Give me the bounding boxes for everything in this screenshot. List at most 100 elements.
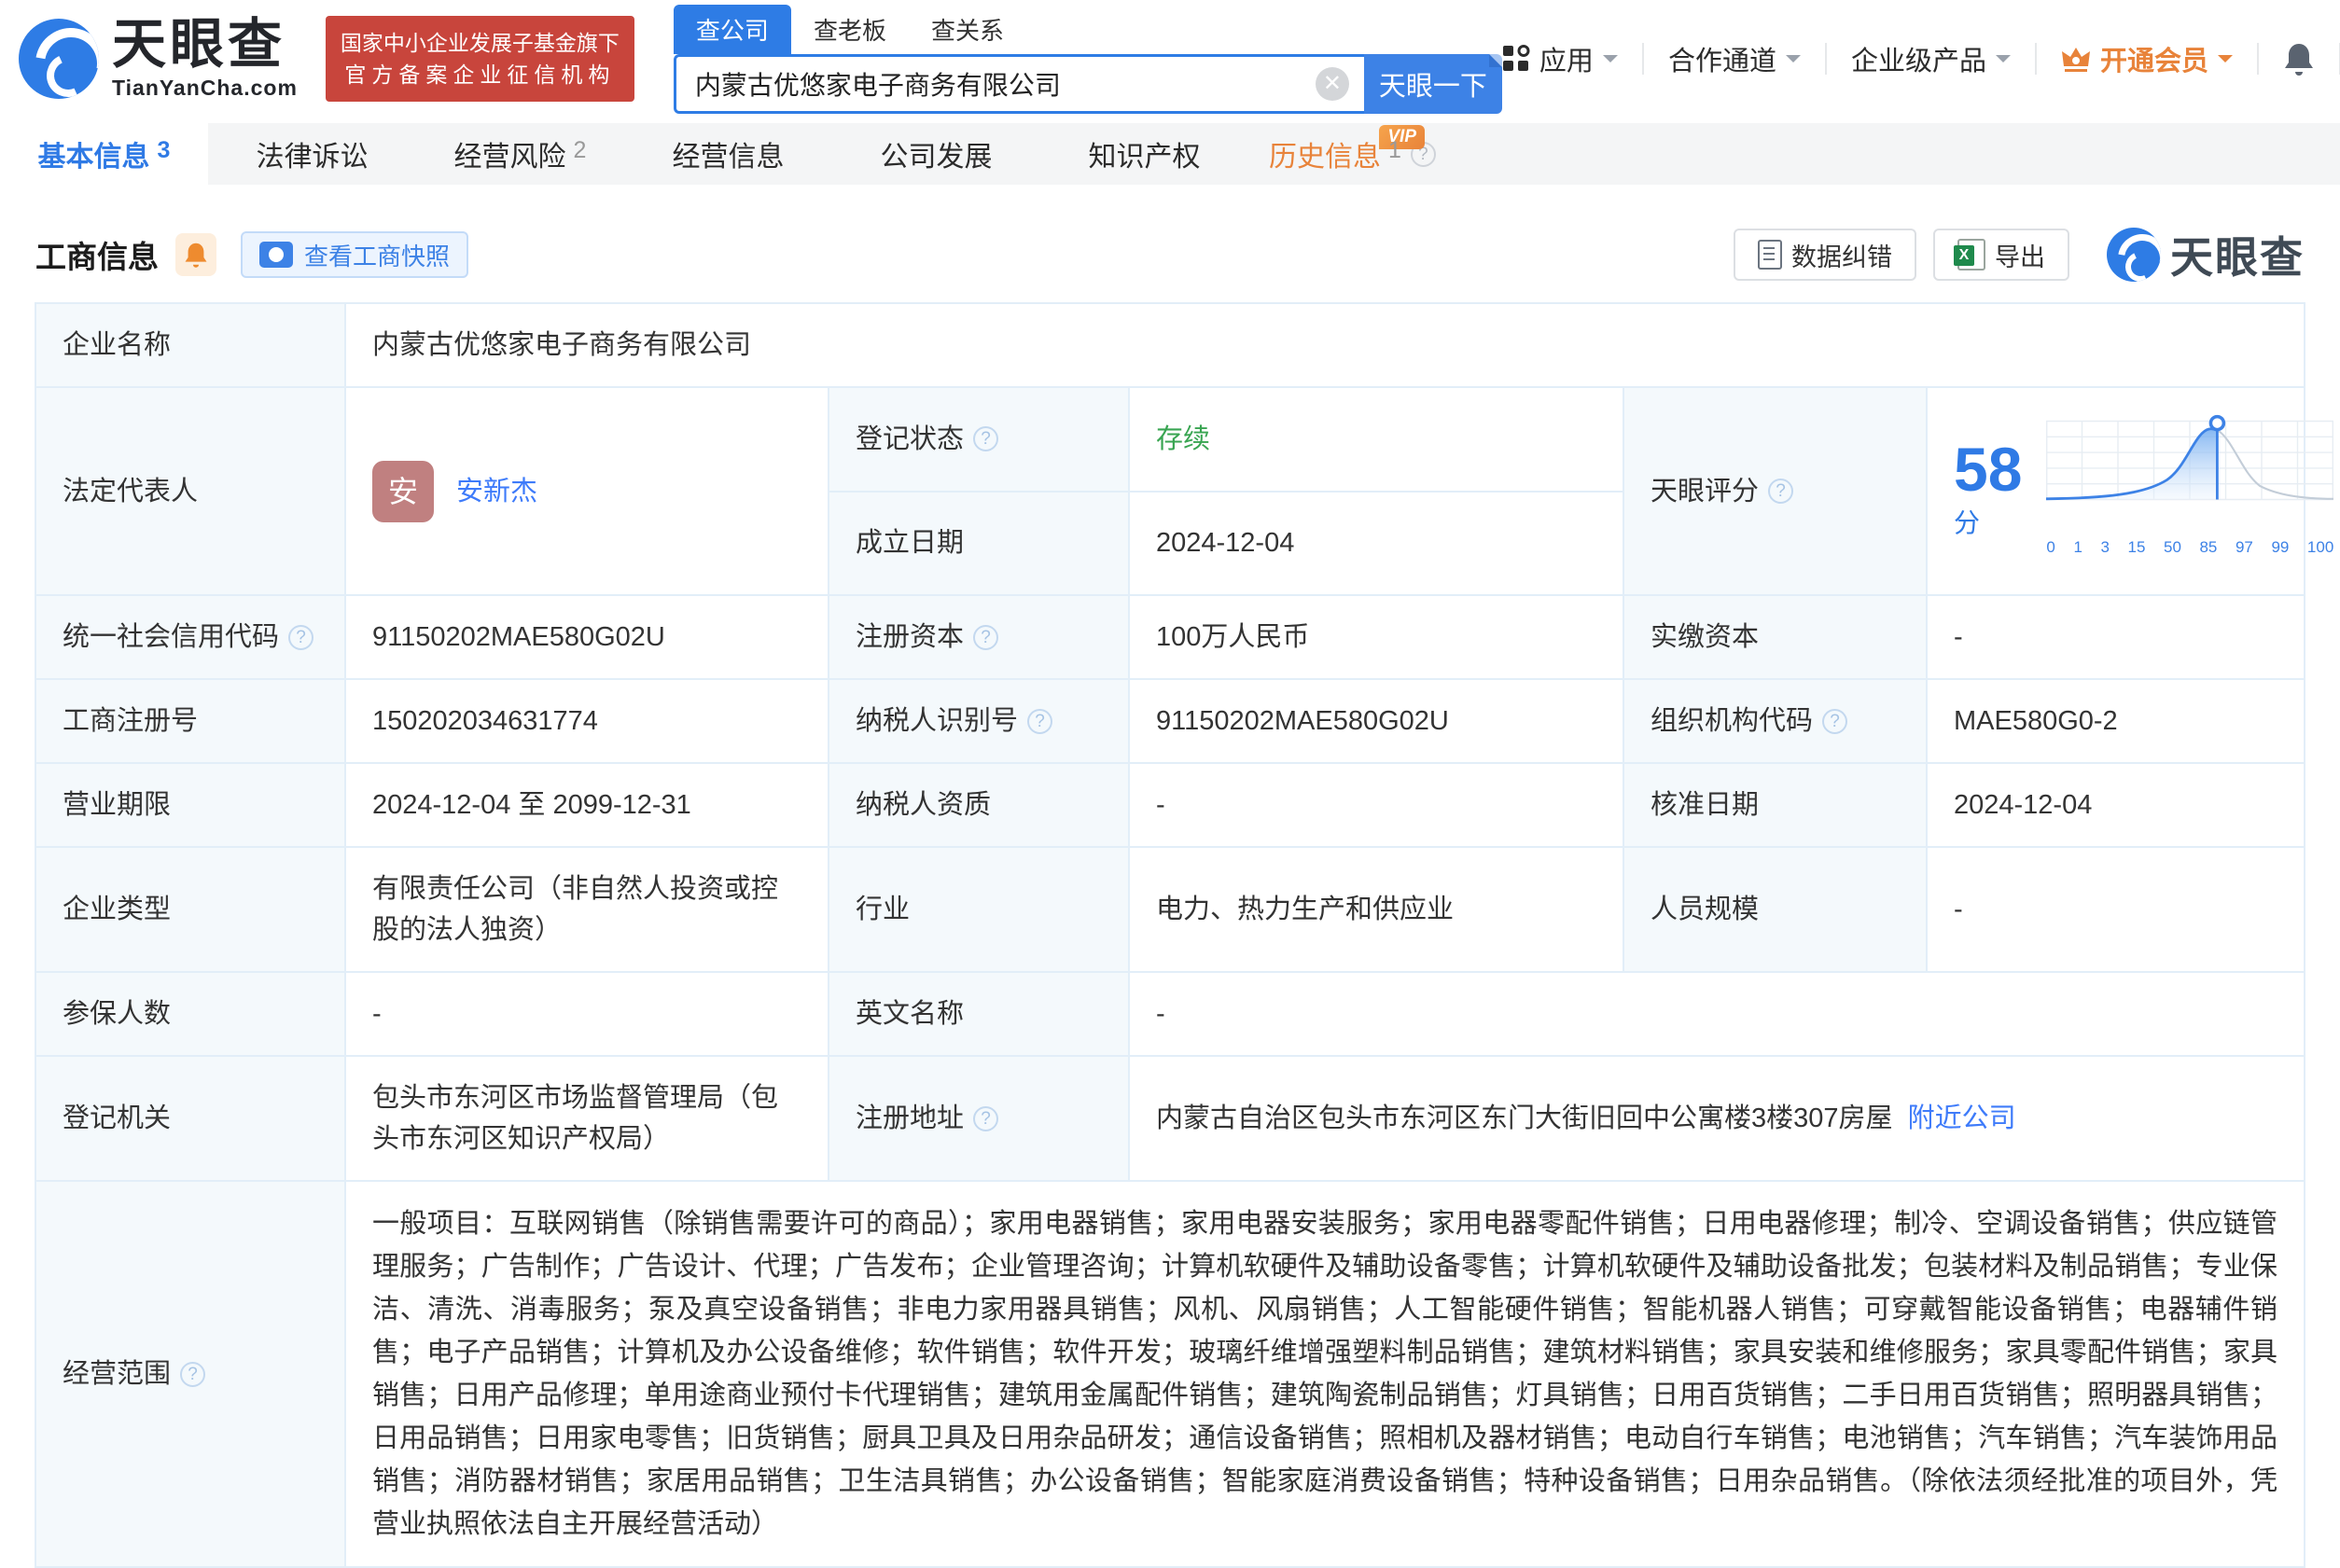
paid-capital-value: - — [1927, 595, 2305, 679]
establish-date-label: 成立日期 — [829, 492, 1129, 596]
chevron-down-icon — [2218, 55, 2233, 70]
search-box: ✕ — [674, 54, 1364, 114]
address-label: 注册地址 — [829, 1056, 1129, 1181]
business-info-header: 工商信息 查看工商快照 数据纠错 导出 天眼查 — [0, 226, 2340, 284]
section-title: 工商信息 — [35, 232, 159, 277]
nav-enterprise-label: 企业级产品 — [1851, 39, 1986, 78]
business-term-value: 2024-12-04 至 2099-12-31 — [345, 763, 829, 847]
table-row: 统一社会信用代码 91150202MAE580G02U 注册资本 100万人民币… — [35, 595, 2305, 679]
address-text: 内蒙古自治区包头市东河区东门大街旧回中公寓楼3楼307房屋 — [1156, 1103, 1893, 1133]
taxpayer-id-label: 纳税人识别号 — [829, 679, 1129, 763]
search-input[interactable] — [695, 69, 1292, 99]
table-row: 参保人数 - 英文名称 - — [35, 972, 2305, 1056]
tab-risk[interactable]: 经营风险 2 — [416, 123, 624, 185]
nav-partner[interactable]: 合作通道 — [1668, 39, 1801, 78]
tianyancha-logo-icon — [19, 19, 99, 99]
chevron-down-icon — [1603, 55, 1618, 70]
tab-history[interactable]: VIP 历史信息 1 — [1248, 123, 1456, 185]
search-tab-relation[interactable]: 查关系 — [909, 5, 1026, 54]
nav-vip-label: 开通会员 — [2100, 39, 2208, 78]
score-cell[interactable]: 58分 — [1927, 387, 2305, 595]
table-row: 法定代表人 安 安新杰 登记状态 存续 天眼评分 58分 — [35, 387, 2305, 492]
table-row: 营业期限 2024-12-04 至 2099-12-31 纳税人资质 - 核准日… — [35, 763, 2305, 847]
search-tabs: 查公司 查老板 查关系 — [674, 5, 1502, 54]
nav-enterprise[interactable]: 企业级产品 — [1851, 39, 2011, 78]
notification-bell-icon[interactable] — [2283, 42, 2315, 76]
nav-divider — [1642, 43, 1644, 75]
watermark-logo-icon — [2107, 228, 2161, 282]
correction-doc-icon — [1758, 240, 1782, 270]
score-distribution-chart: 0131550859799100 — [2046, 414, 2333, 568]
legal-rep-label: 法定代表人 — [35, 387, 345, 595]
table-row: 工商注册号 150202034631774 纳税人识别号 91150202MAE… — [35, 679, 2305, 763]
reg-number-value: 150202034631774 — [345, 679, 829, 763]
chevron-down-icon — [1996, 55, 2011, 70]
score-number: 58分 — [1954, 438, 2022, 544]
logo-title: 天眼查 — [112, 18, 298, 72]
tab-lawsuit[interactable]: 法律诉讼 — [208, 123, 416, 185]
watermark-logo: 天眼查 — [2107, 224, 2305, 285]
help-icon[interactable] — [973, 426, 998, 451]
tianyancha-logo[interactable]: 天眼查 TianYanCha.com — [19, 18, 298, 101]
reg-capital-value: 100万人民币 — [1129, 595, 1623, 679]
table-row: 经营范围 一般项目：互联网销售（除销售需要许可的商品）；家用电器销售；家用电器安… — [35, 1181, 2305, 1567]
registry-label: 登记机关 — [35, 1056, 345, 1181]
industry-label: 行业 — [829, 847, 1129, 972]
search-tab-company[interactable]: 查公司 — [674, 5, 791, 54]
help-icon[interactable] — [180, 1362, 205, 1387]
english-name-value: - — [1129, 972, 2305, 1056]
nav-apps[interactable]: 应用 — [1502, 39, 1618, 78]
apps-grid-icon — [1502, 45, 1530, 73]
watermark-text: 天眼查 — [2170, 224, 2305, 285]
score-label: 天眼评分 — [1623, 387, 1927, 595]
help-icon[interactable] — [1822, 709, 1847, 734]
view-snapshot-button[interactable]: 查看工商快照 — [241, 231, 468, 278]
help-icon[interactable] — [973, 1106, 998, 1131]
tab-ip[interactable]: 知识产权 — [1040, 123, 1248, 185]
nav-apps-label: 应用 — [1539, 39, 1594, 78]
company-name-value: 内蒙古优悠家电子商务有限公司 — [345, 303, 2305, 387]
industry-value: 电力、热力生产和供应业 — [1129, 847, 1623, 972]
tab-basic-label: 基本信息 — [38, 133, 150, 174]
help-icon[interactable] — [1027, 709, 1052, 734]
export-button[interactable]: 导出 — [1933, 229, 2069, 281]
tab-lawsuit-label: 法律诉讼 — [257, 133, 369, 174]
header: 天眼查 TianYanCha.com 国家中小企业发展子基金旗下 官方备案企业征… — [0, 0, 2340, 114]
tab-development[interactable]: 公司发展 — [832, 123, 1040, 185]
tab-history-label: 历史信息 — [1269, 133, 1381, 174]
reg-number-label: 工商注册号 — [35, 679, 345, 763]
company-tabs: 基本信息 3 法律诉讼 经营风险 2 经营信息 公司发展 知识产权 VIP 历史… — [0, 123, 2340, 185]
taxpayer-quality-label: 纳税人资质 — [829, 763, 1129, 847]
tab-risk-label: 经营风险 — [454, 133, 566, 174]
tab-basic-count: 3 — [158, 137, 171, 164]
credit-code-value: 91150202MAE580G02U — [345, 595, 829, 679]
avatar[interactable]: 安 — [372, 461, 434, 522]
table-row: 企业类型 有限责任公司（非自然人投资或控股的法人独资） 行业 电力、热力生产和供… — [35, 847, 2305, 972]
tab-operation[interactable]: 经营信息 — [624, 123, 832, 185]
nav-vip[interactable]: 开通会员 — [2061, 39, 2233, 78]
approve-date-label: 核准日期 — [1623, 763, 1927, 847]
help-icon[interactable] — [288, 625, 313, 650]
staff-size-value: - — [1927, 847, 2305, 972]
monitor-bell-icon[interactable] — [175, 233, 216, 276]
org-code-label: 组织机构代码 — [1623, 679, 1927, 763]
search-button[interactable]: 天眼一下 — [1364, 54, 1502, 114]
help-icon[interactable] — [1768, 479, 1793, 504]
nearby-companies-link[interactable]: 附近公司 — [1908, 1103, 2016, 1133]
tab-basic-info[interactable]: 基本信息 3 — [0, 123, 208, 185]
tab-history-count: 1 — [1388, 137, 1401, 164]
search-tab-boss[interactable]: 查老板 — [791, 5, 909, 54]
clear-search-icon[interactable]: ✕ — [1316, 67, 1349, 101]
vip-badge: VIP — [1379, 125, 1425, 149]
insured-value: - — [345, 972, 829, 1056]
registry-value: 包头市东河区市场监督管理局（包头市东河区知识产权局） — [345, 1056, 829, 1181]
address-value: 内蒙古自治区包头市东河区东门大街旧回中公寓楼3楼307房屋 附近公司 — [1129, 1056, 2305, 1181]
help-icon[interactable] — [973, 625, 998, 650]
legal-rep-link[interactable]: 安新杰 — [456, 471, 537, 512]
search-area: 查公司 查老板 查关系 ✕ 天眼一下 — [674, 5, 1502, 114]
snapshot-label: 查看工商快照 — [304, 238, 450, 272]
scope-value: 一般项目：互联网销售（除销售需要许可的商品）；家用电器销售；家用电器安装服务；家… — [345, 1181, 2305, 1567]
chevron-down-icon — [1786, 55, 1801, 70]
paid-capital-label: 实缴资本 — [1623, 595, 1927, 679]
data-correction-button[interactable]: 数据纠错 — [1734, 229, 1916, 281]
